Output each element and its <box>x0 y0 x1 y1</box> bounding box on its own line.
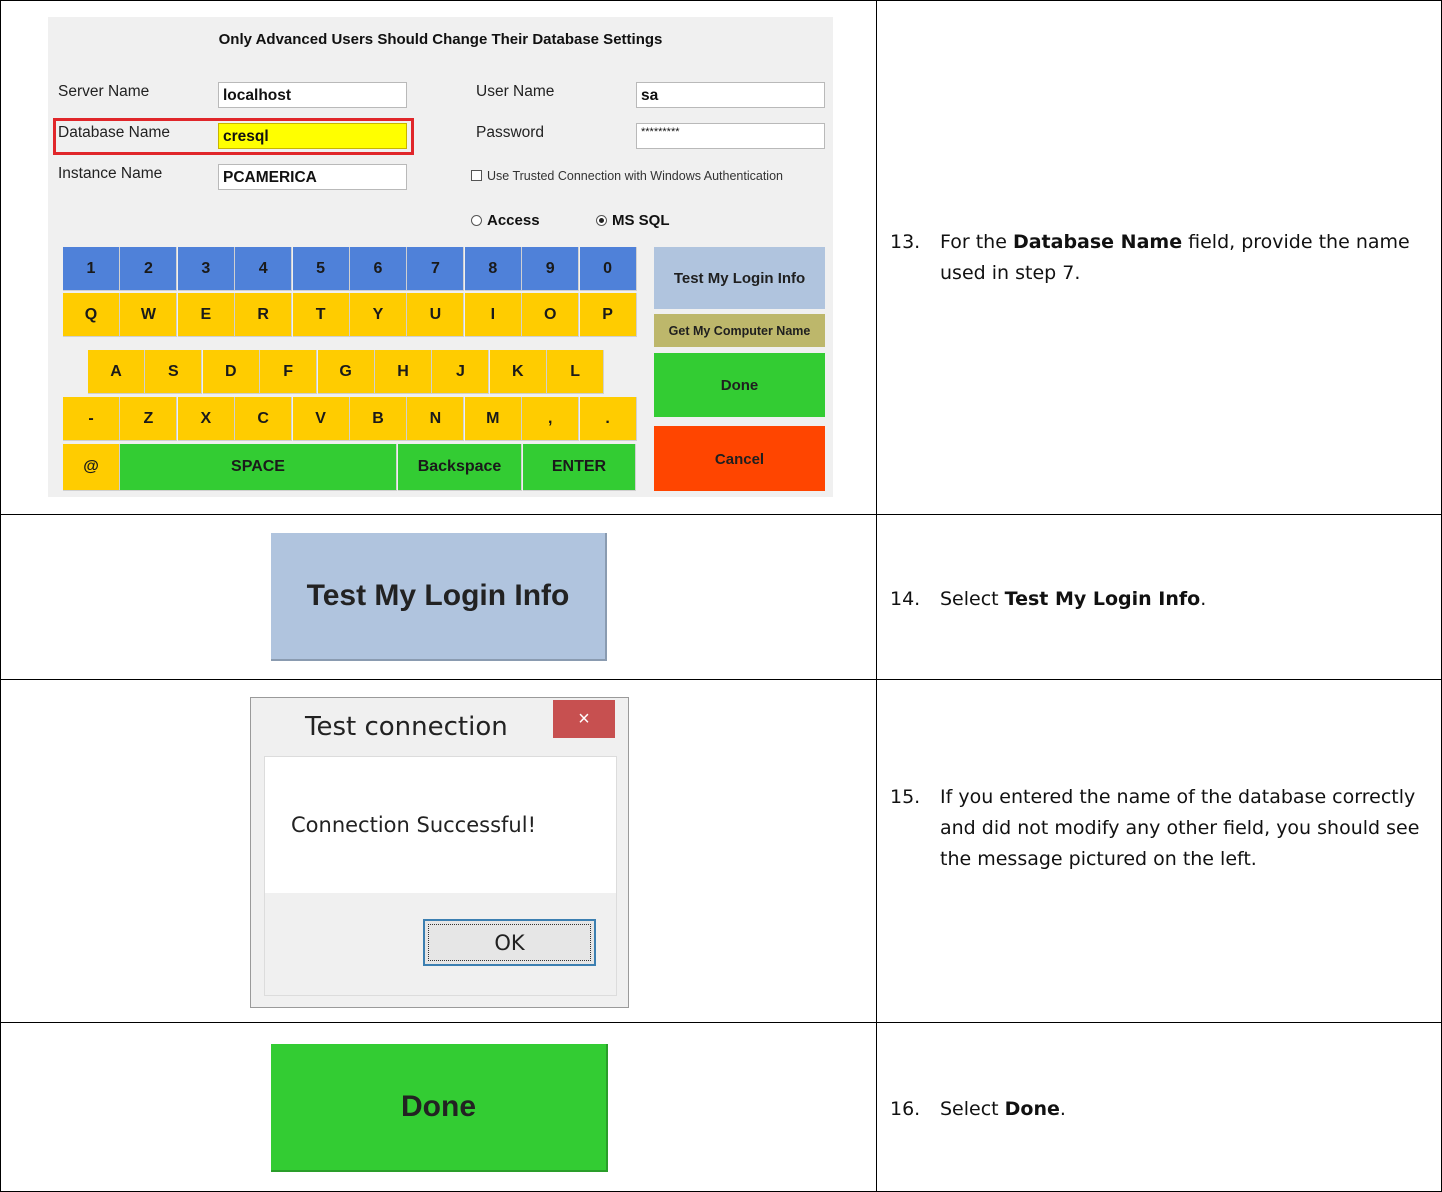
key[interactable]: X <box>177 397 235 441</box>
key[interactable]: A <box>88 350 145 394</box>
key[interactable]: 3 <box>177 247 235 291</box>
step-14: 14. Select Test My Login Info. <box>890 584 1420 615</box>
key[interactable]: Q <box>63 293 120 337</box>
table-row-divider <box>0 679 1442 680</box>
window-body: Connection Successful! OK <box>264 756 617 996</box>
key[interactable]: 7 <box>407 247 465 291</box>
step-text: Select Test My Login Info. <box>940 588 1207 610</box>
key[interactable]: Z <box>120 397 178 441</box>
key[interactable]: O <box>522 293 580 337</box>
key[interactable]: C <box>235 397 293 441</box>
table-border-left <box>0 0 1 1192</box>
key[interactable]: 2 <box>120 247 178 291</box>
dialog-title: Only Advanced Users Should Change Their … <box>218 31 663 48</box>
key[interactable]: I <box>464 293 522 337</box>
checkbox-icon <box>471 170 482 181</box>
key[interactable]: , <box>522 397 580 441</box>
step-13: 13. For the Database Name field, provide… <box>890 227 1420 289</box>
user-name-label: User Name <box>476 83 555 100</box>
step-16: 16. Select Done. <box>890 1094 1420 1125</box>
ok-button[interactable]: OK <box>423 919 596 966</box>
password-input[interactable]: ********* <box>636 123 825 149</box>
table-column-divider <box>876 0 877 1192</box>
key[interactable]: W <box>120 293 178 337</box>
key[interactable]: 5 <box>292 247 350 291</box>
close-icon[interactable]: × <box>553 700 615 738</box>
table-row-divider <box>0 1022 1442 1023</box>
key-space[interactable]: SPACE <box>120 444 397 491</box>
key[interactable]: 0 <box>579 247 637 291</box>
key[interactable]: P <box>579 293 637 337</box>
key[interactable]: M <box>464 397 522 441</box>
test-connection-window: Test connection × Connection Successful!… <box>250 697 629 1008</box>
key[interactable]: F <box>260 350 318 394</box>
key[interactable]: U <box>407 293 465 337</box>
step-number: 16. <box>890 1098 921 1120</box>
key[interactable]: - <box>63 397 120 441</box>
radio-access[interactable]: Access <box>471 212 540 229</box>
key[interactable]: Y <box>350 293 407 337</box>
connection-message: Connection Successful! <box>291 813 536 837</box>
radio-access-label: Access <box>487 212 540 229</box>
done-button-large[interactable]: Done <box>271 1044 608 1172</box>
test-login-button[interactable]: Test My Login Info <box>654 247 825 309</box>
key[interactable]: 8 <box>464 247 522 291</box>
radio-mssql[interactable]: MS SQL <box>596 212 670 229</box>
step-bold-text: Done <box>1004 1098 1060 1120</box>
key[interactable]: 1 <box>63 247 120 291</box>
step-15: 15. If you entered the name of the datab… <box>890 782 1420 875</box>
key[interactable]: L <box>547 350 605 394</box>
step-text: Select Done. <box>940 1098 1066 1120</box>
key[interactable]: 6 <box>350 247 407 291</box>
key[interactable]: N <box>407 397 465 441</box>
table-row-divider <box>0 514 1442 515</box>
key[interactable]: H <box>375 350 432 394</box>
key[interactable]: R <box>235 293 293 337</box>
instance-name-label: Instance Name <box>58 165 163 182</box>
get-computer-name-button[interactable]: Get My Computer Name <box>654 314 825 347</box>
key[interactable]: T <box>292 293 350 337</box>
key-enter[interactable]: ENTER <box>523 444 636 491</box>
step-number: 14. <box>890 588 921 610</box>
key[interactable]: J <box>432 350 490 394</box>
key[interactable]: . <box>579 397 637 441</box>
key[interactable]: 4 <box>235 247 293 291</box>
step-text: For the Database Name field, provide the… <box>940 231 1410 284</box>
database-name-input[interactable]: cresql <box>218 123 407 149</box>
key[interactable]: D <box>202 350 260 394</box>
key[interactable]: B <box>350 397 407 441</box>
key[interactable]: G <box>317 350 375 394</box>
table-border-top <box>0 0 1442 1</box>
user-name-input[interactable]: sa <box>636 82 825 108</box>
radio-checked-icon <box>596 215 607 226</box>
key[interactable]: 9 <box>522 247 580 291</box>
test-login-button-large[interactable]: Test My Login Info <box>271 533 607 661</box>
step-number: 15. <box>890 786 921 808</box>
radio-mssql-label: MS SQL <box>612 212 670 229</box>
server-name-label: Server Name <box>58 83 150 100</box>
step-text: If you entered the name of the database … <box>940 786 1420 870</box>
database-name-label: Database Name <box>58 124 171 141</box>
server-name-input[interactable]: localhost <box>218 82 407 108</box>
password-label: Password <box>476 124 545 141</box>
key[interactable]: K <box>489 350 547 394</box>
trusted-connection-checkbox[interactable]: Use Trusted Connection with Windows Auth… <box>471 169 783 183</box>
database-settings-dialog: Only Advanced Users Should Change Their … <box>48 17 833 497</box>
done-button[interactable]: Done <box>654 353 825 417</box>
step-bold-text: Database Name <box>1012 231 1183 253</box>
radio-unchecked-icon <box>471 215 482 226</box>
key-at[interactable]: @ <box>63 444 120 491</box>
cancel-button[interactable]: Cancel <box>654 426 825 491</box>
key[interactable]: E <box>177 293 235 337</box>
instance-name-input[interactable]: PCAMERICA <box>218 164 407 190</box>
window-title: Test connection <box>305 712 508 742</box>
key-backspace[interactable]: Backspace <box>398 444 522 491</box>
key[interactable]: S <box>145 350 203 394</box>
step-number: 13. <box>890 231 921 253</box>
trusted-connection-label: Use Trusted Connection with Windows Auth… <box>487 169 783 183</box>
key[interactable]: V <box>292 397 350 441</box>
step-bold-text: Test My Login Info <box>1004 588 1201 610</box>
